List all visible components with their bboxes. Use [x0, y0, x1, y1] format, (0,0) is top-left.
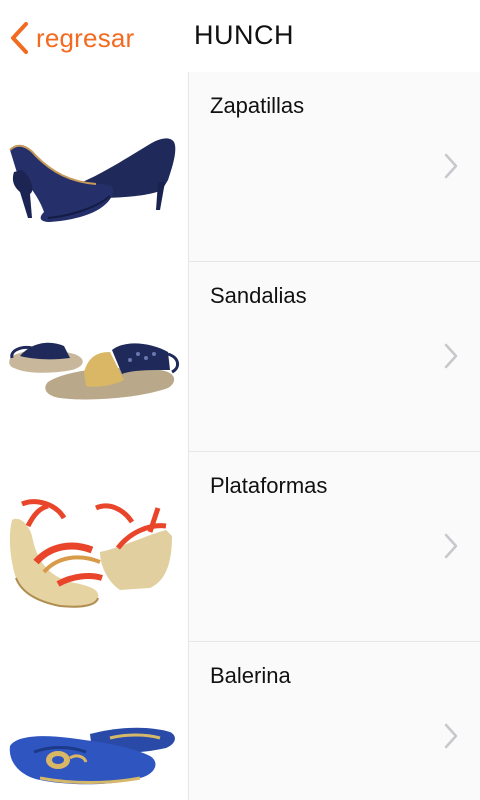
chevron-left-icon: [11, 22, 28, 54]
red-wedge-sandals-image: [0, 452, 188, 642]
category-row-balerina[interactable]: Balerina: [0, 642, 480, 800]
chevron-right-icon: [444, 153, 458, 179]
category-cell: Sandalias: [188, 262, 480, 452]
category-label: Plataformas: [210, 473, 328, 498]
back-button[interactable]: regresar: [8, 18, 134, 58]
category-list: Zapatillas Sandalias Plataformas Balerin…: [0, 72, 480, 800]
chevron-right-icon: [444, 343, 458, 369]
chevron-right-icon: [444, 533, 458, 559]
category-cell: Plataformas: [188, 452, 480, 642]
navy-pump-heels-image: [0, 72, 188, 262]
back-label: regresar: [36, 22, 135, 53]
category-row-zapatillas[interactable]: Zapatillas: [0, 72, 480, 262]
category-row-sandalias[interactable]: Sandalias: [0, 262, 480, 452]
top-bar: regresar HUNCH: [0, 0, 480, 72]
chevron-right-icon: [444, 723, 458, 749]
navy-gold-flat-sandals-image: [0, 262, 188, 452]
category-label: Zapatillas: [210, 93, 305, 118]
category-row-plataformas[interactable]: Plataformas: [0, 452, 480, 642]
category-label: Sandalias: [210, 283, 307, 308]
page-title: HUNCH: [194, 20, 294, 50]
blue-ballerina-flats-image: [0, 642, 188, 800]
category-cell: Zapatillas: [188, 72, 480, 262]
category-cell: Balerina: [188, 642, 480, 800]
category-label: Balerina: [210, 663, 291, 688]
app-screen: regresar HUNCH Zapatillas Sandalias Plat…: [0, 0, 480, 800]
